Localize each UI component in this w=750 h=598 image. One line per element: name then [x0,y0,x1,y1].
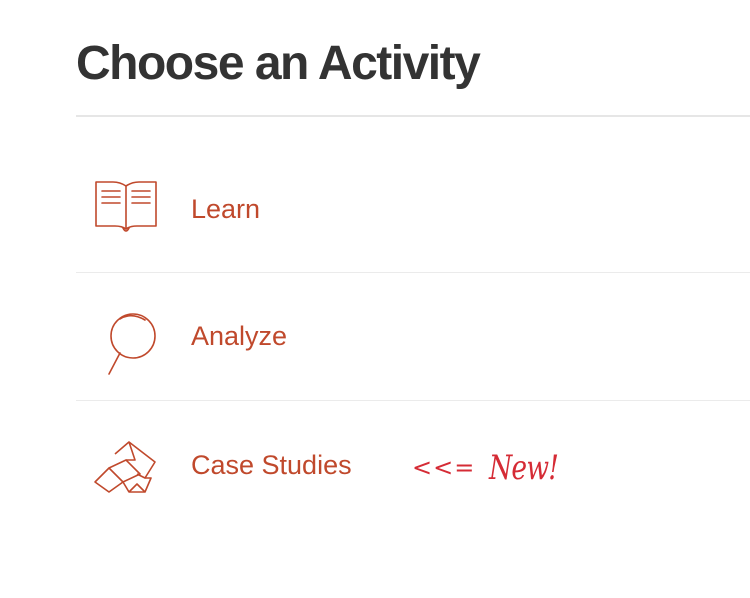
left-arrow-annotation: <<= [412,453,476,482]
page-title: Choose an Activity [76,37,481,90]
new-badge: New! [489,447,559,488]
book-icon [93,176,159,242]
activity-label: Case Studies [191,450,352,480]
activity-label: Analyze [191,321,288,351]
magnifying-glass-icon [93,310,159,376]
activity-learn[interactable]: Learn [76,146,750,272]
activity-label: Learn [191,194,261,224]
blocks-icon [93,438,159,504]
new-annotation: <<= New! [412,447,578,488]
activity-analyze[interactable]: Analyze [76,273,750,399]
title-divider [76,115,750,117]
